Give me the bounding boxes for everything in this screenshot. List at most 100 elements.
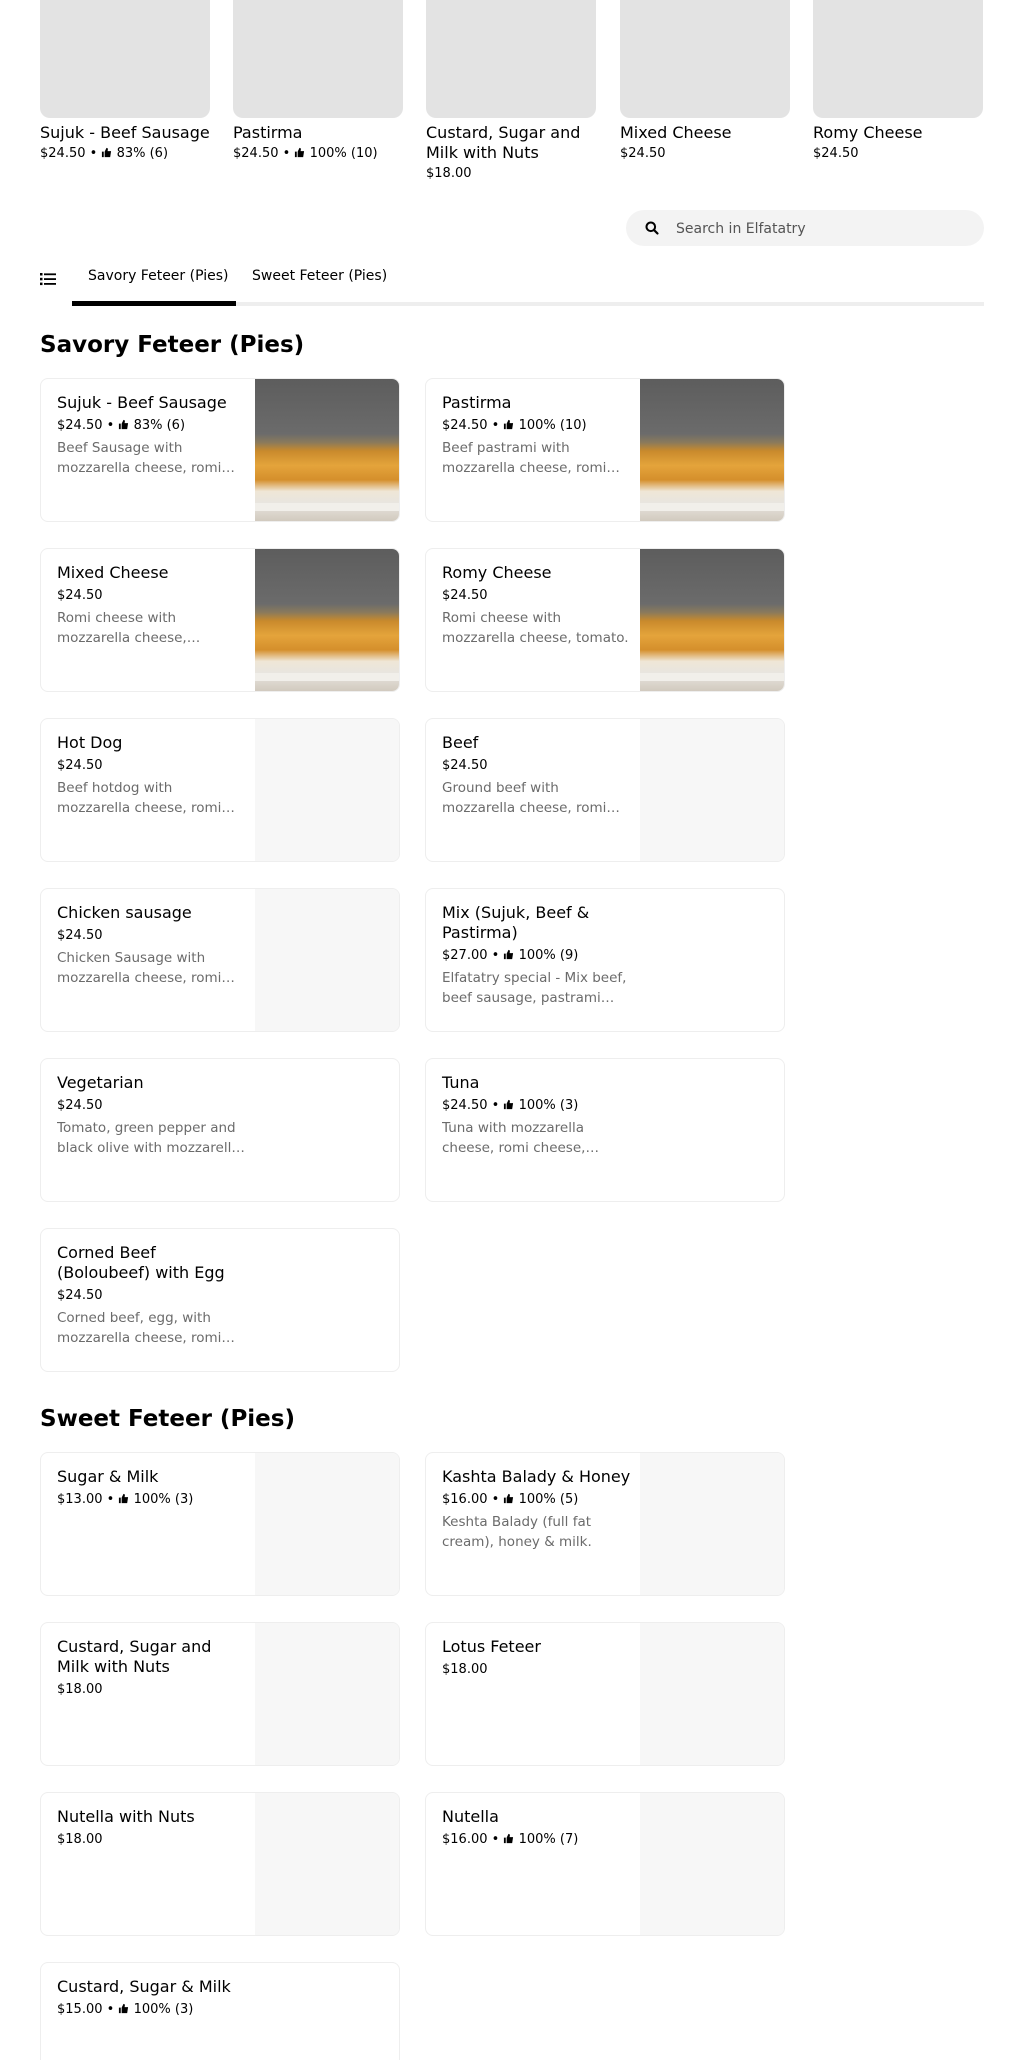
tab-active-indicator <box>72 301 236 306</box>
menu-item-image-placeholder <box>640 1453 784 1595</box>
menu-item-card[interactable]: Kashta Balady & Honey $16.00 • 100% (5) … <box>425 1452 785 1596</box>
menu-item-meta: $24.50 <box>442 757 632 775</box>
menu-item-name: Vegetarian <box>57 1073 144 1092</box>
menu-item-meta: $24.50 <box>442 587 632 605</box>
menu-item-card[interactable]: Pastirma $24.50 • 100% (10) Beef pastram… <box>425 378 785 522</box>
menu-item-price: $24.50 <box>442 418 488 433</box>
menu-item-price: $24.50 <box>57 928 103 943</box>
menu-item-photo <box>640 379 784 521</box>
menu-item-name: Lotus Feteer <box>442 1637 541 1656</box>
menu-item-price: $24.50 <box>57 1288 103 1303</box>
popular-item-price: $18.00 <box>426 166 472 181</box>
menu-item-meta: $24.50 <box>57 1097 247 1115</box>
search-input[interactable] <box>674 210 968 248</box>
menu-item-price: $24.50 <box>57 418 103 433</box>
menu-item-name: Beef <box>442 733 479 752</box>
menu-item-description: Elfatatry special - Mix beef, beef sausa… <box>442 970 627 1006</box>
menu-item-price: $18.00 <box>442 1662 488 1677</box>
popular-item-name: Pastirma <box>233 123 303 142</box>
section-title: Savory Feteer (Pies) <box>40 332 305 358</box>
menu-item-card[interactable]: Mix (Sujuk, Beef & Pastirma) $27.00 • 10… <box>425 888 785 1032</box>
menu-item-meta: $15.00 • 100% (3) <box>57 2002 194 2017</box>
menu-item-image-placeholder <box>255 1623 399 1765</box>
menu-item-rating: 100% (7) <box>518 1832 579 1847</box>
menu-item-meta: $24.50 • 83% (6) <box>57 418 186 433</box>
tab-savory-feteer[interactable]: Savory Feteer (Pies) <box>88 266 229 286</box>
menu-item-price: $24.50 <box>57 588 103 603</box>
menu-item-description: Tuna with mozzarella cheese, romi cheese… <box>442 1120 586 1156</box>
menu-item-meta: $27.00 • 100% (9) <box>442 948 579 963</box>
thumbs-up-icon <box>504 1833 514 1844</box>
popular-item-price: $24.50 <box>620 146 666 161</box>
thumbs-up-icon <box>504 1493 514 1504</box>
menu-item-price: $15.00 <box>57 2002 103 2017</box>
thumbs-up-icon <box>119 419 129 430</box>
menu-item-description: Corned beef, egg, with mozzarella cheese… <box>57 1310 222 1346</box>
menu-item-card[interactable]: Tuna $24.50 • 100% (3) Tuna with mozzare… <box>425 1058 785 1202</box>
store-search[interactable] <box>626 210 984 248</box>
thumbs-up-icon <box>119 2003 129 2014</box>
menu-item-price: $16.00 <box>442 1832 488 1847</box>
menu-item-card[interactable]: Sujuk - Beef Sausage $24.50 • 83% (6) Be… <box>40 378 400 522</box>
menu-item-meta: $13.00 • 100% (3) <box>57 1492 194 1507</box>
menu-item-image-placeholder <box>255 889 399 1031</box>
menu-item-name: Kashta Balady & Honey <box>442 1467 631 1486</box>
menu-item-card[interactable]: Mixed Cheese $24.50 Romi cheese with moz… <box>40 548 400 692</box>
menu-item-description: Keshta Balady (full fat cream), honey & … <box>442 1514 592 1550</box>
menu-item-name: Corned Beef (Boloubeef) with Egg <box>57 1243 225 1282</box>
menu-item-price: $24.50 <box>57 758 103 773</box>
menu-item-card[interactable]: Hot Dog $24.50 Beef hotdog with mozzarel… <box>40 718 400 862</box>
menu-item-photo <box>640 549 784 691</box>
menu-item-card[interactable]: Custard, Sugar & Milk $15.00 • 100% (3) <box>40 1962 400 2060</box>
menu-item-description: Romi cheese with mozzarella cheese, Ched… <box>57 610 187 646</box>
popular-item[interactable]: Mixed Cheese $24.50 <box>620 0 790 163</box>
menu-item-rating: 100% (5) <box>518 1492 579 1507</box>
popular-item[interactable]: Pastirma $24.50 • 100% (10) <box>233 0 403 163</box>
popular-item-image <box>813 0 983 118</box>
menu-item-card[interactable]: Chicken sausage $24.50 Chicken Sausage w… <box>40 888 400 1032</box>
menu-item-card[interactable]: Vegetarian $24.50 Tomato, green pepper a… <box>40 1058 400 1202</box>
menu-item-rating: 100% (3) <box>133 1492 194 1507</box>
menu-item-name: Mix (Sujuk, Beef & Pastirma) <box>442 903 590 942</box>
popular-item[interactable]: Custard, Sugar and Milk with Nuts $18.00 <box>426 0 596 183</box>
popular-item-image <box>233 0 403 118</box>
menu-item-card[interactable]: Romy Cheese $24.50 Romi cheese with mozz… <box>425 548 785 692</box>
menu-item-name: Sujuk - Beef Sausage <box>57 393 227 412</box>
popular-item-rating: 100% (10) <box>309 146 378 161</box>
menu-item-meta: $24.50 • 100% (3) <box>442 1098 579 1113</box>
menu-item-meta: $24.50 <box>57 927 247 945</box>
menu-item-meta: $16.00 • 100% (7) <box>442 1832 579 1847</box>
menu-item-name: Pastirma <box>442 393 512 412</box>
menu-item-rating: 83% (6) <box>133 418 186 433</box>
menu-item-meta: $24.50 <box>57 587 247 605</box>
menu-item-rating: 100% (3) <box>518 1098 579 1113</box>
menu-item-card[interactable]: Corned Beef (Boloubeef) with Egg $24.50 … <box>40 1228 400 1372</box>
popular-item[interactable]: Romy Cheese $24.50 <box>813 0 983 163</box>
popular-item-image <box>426 0 596 118</box>
menu-item-rating: 100% (3) <box>133 2002 194 2017</box>
menu-item-name: Hot Dog <box>57 733 123 752</box>
menu-item-description: Ground beef with mozzarella cheese, romi… <box>442 780 607 816</box>
menu-item-card[interactable]: Beef $24.50 Ground beef with mozzarella … <box>425 718 785 862</box>
menu-item-price: $24.50 <box>442 1098 488 1113</box>
menu-item-card[interactable]: Custard, Sugar and Milk with Nuts $18.00 <box>40 1622 400 1766</box>
menu-item-price: $18.00 <box>57 1832 103 1847</box>
popular-item-price: $24.50 <box>233 146 279 161</box>
menu-item-card[interactable]: Nutella with Nuts $18.00 <box>40 1792 400 1936</box>
menu-item-rating: 100% (10) <box>518 418 587 433</box>
menu-item-price: $24.50 <box>442 758 488 773</box>
menu-item-card[interactable]: Sugar & Milk $13.00 • 100% (3) <box>40 1452 400 1596</box>
menu-item-card[interactable]: Lotus Feteer $18.00 <box>425 1622 785 1766</box>
menu-item-name: Nutella with Nuts <box>57 1807 195 1826</box>
popular-item[interactable]: Sujuk - Beef Sausage $24.50 • 83% (6) <box>40 0 210 163</box>
popular-item-meta: $24.50 <box>620 145 790 163</box>
menu-item-image-placeholder <box>255 719 399 861</box>
tab-sweet-feteer[interactable]: Sweet Feteer (Pies) <box>252 266 387 286</box>
menu-item-card[interactable]: Nutella $16.00 • 100% (7) <box>425 1792 785 1936</box>
menu-item-name: Romy Cheese <box>442 563 552 582</box>
menu-item-meta: $24.50 <box>57 757 247 775</box>
menu-item-meta: $18.00 <box>57 1681 247 1699</box>
thumbs-up-icon <box>102 147 112 158</box>
menu-item-meta: $16.00 • 100% (5) <box>442 1492 579 1507</box>
category-list-icon[interactable] <box>40 272 56 286</box>
